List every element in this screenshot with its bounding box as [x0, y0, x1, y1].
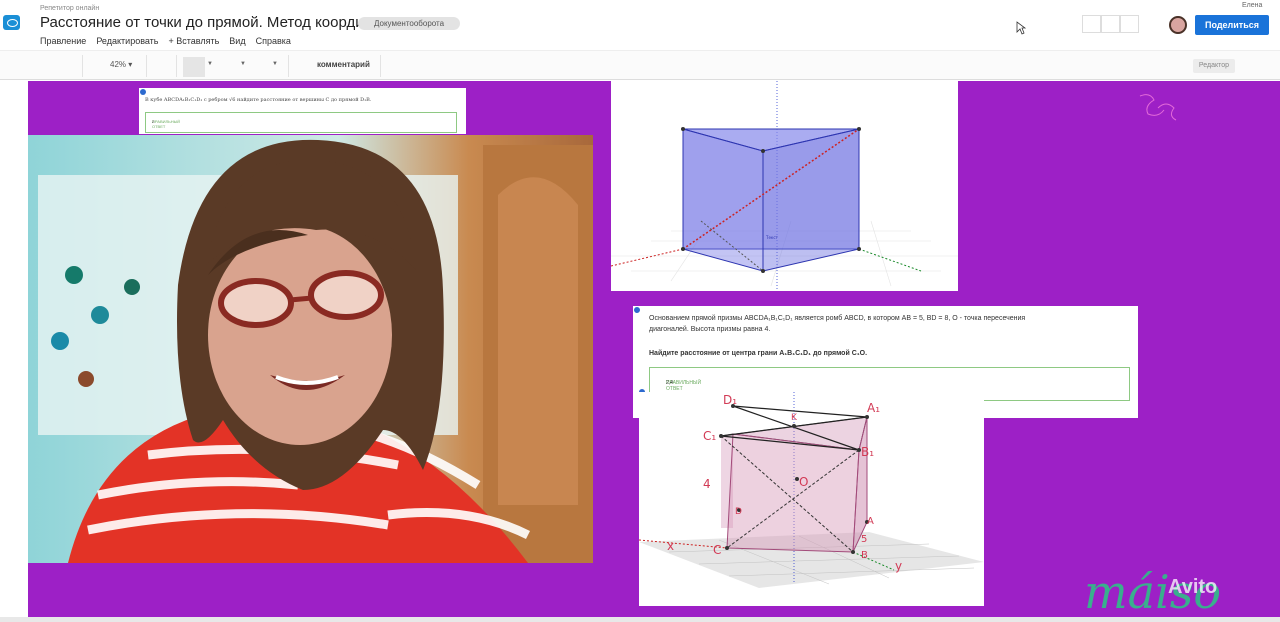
- webcam-video[interactable]: [28, 135, 593, 563]
- mouse-cursor-icon: [1016, 21, 1026, 35]
- menu-bar: Правление Редактировать + Вставлять Вид …: [40, 36, 291, 46]
- toolbar-divider: [380, 55, 381, 77]
- avito-watermark: Avito: [1168, 576, 1218, 598]
- problem-text-line1: Основанием прямой призмы ABCDA₁B₁C₁D₁ яв…: [649, 315, 1026, 322]
- comment-button[interactable]: комментарий: [317, 60, 370, 69]
- handwritten-mark: [1139, 94, 1177, 121]
- canvas-margin: [0, 81, 28, 622]
- app-logo-icon[interactable]: [3, 15, 20, 30]
- menu-item-edit[interactable]: Редактировать: [96, 36, 158, 46]
- label-C1: C₁: [703, 429, 716, 443]
- view-button-1[interactable]: [1082, 15, 1101, 33]
- view-buttons: [1082, 15, 1139, 33]
- menu-item-manage[interactable]: Правление: [40, 36, 86, 46]
- prism-diagram: D₁ K A₁ C₁ B₁ 4 O A 5 C B y x D: [638, 392, 984, 588]
- info-icon[interactable]: [634, 307, 640, 313]
- menu-item-insert[interactable]: + Вставлять: [169, 36, 220, 46]
- avatar[interactable]: [1169, 16, 1187, 34]
- problem-text-line2: диагоналей. Высота призмы равна 4.: [649, 326, 771, 333]
- share-button[interactable]: Поделиться: [1195, 15, 1269, 35]
- top-bar: Репетитор онлайн Расстояние от точки до …: [0, 0, 1280, 50]
- chevron-down-icon[interactable]: ▼: [272, 61, 278, 67]
- geogebra-cube-panel[interactable]: Текст: [610, 81, 958, 291]
- toolbar: 42% ▾ ▼ ▼ ▼ комментарий Редактор: [0, 50, 1280, 80]
- zoom-select[interactable]: 42% ▾: [110, 60, 132, 69]
- label-y: y: [895, 559, 902, 573]
- label-C: C: [713, 543, 721, 557]
- label-A1: A₁: [867, 401, 880, 415]
- task-question: В кубе ABCDA₁B₁C₁D₁ с ребром √6 найдите …: [145, 97, 372, 103]
- app-supertitle: Репетитор онлайн: [40, 5, 100, 12]
- label-O: O: [799, 475, 808, 489]
- user-name[interactable]: Елена: [1242, 2, 1262, 9]
- answer-field[interactable]: ПРАВИЛЬНЫЙ ОТВЕТ 2: [145, 112, 457, 133]
- label-4: 4: [703, 477, 711, 491]
- label-B1: B₁: [861, 445, 874, 459]
- label-x: x: [667, 539, 674, 553]
- toolbar-divider: [176, 55, 177, 77]
- task-panel-top: В кубе ABCDA₁B₁C₁D₁ с ребром √6 найдите …: [139, 88, 466, 134]
- menu-item-help[interactable]: Справка: [256, 36, 291, 46]
- label-D: D: [735, 507, 742, 517]
- label-D1: D₁: [723, 393, 737, 407]
- geogebra-prism-panel[interactable]: D₁ K A₁ C₁ B₁ 4 O A 5 C B y x D: [638, 392, 984, 606]
- label-B: B: [861, 550, 868, 561]
- problem-question: Найдите расстояние от центра грани A₁B₁C…: [649, 350, 868, 357]
- cube-diagram: Текст: [610, 81, 958, 291]
- chevron-down-icon[interactable]: ▼: [240, 61, 246, 67]
- folder-tag[interactable]: Документооборота: [358, 17, 461, 30]
- document-title[interactable]: Расстояние от точки до прямой. Метод коо…: [40, 14, 387, 31]
- video-frame-image: [28, 135, 593, 563]
- geo1-caption: Текст: [765, 235, 779, 240]
- view-button-2[interactable]: [1101, 15, 1120, 33]
- mode-badge[interactable]: Редактор: [1193, 59, 1235, 73]
- menu-item-view[interactable]: Вид: [229, 36, 245, 46]
- toolbar-divider: [146, 55, 147, 77]
- view-button-3[interactable]: [1120, 15, 1139, 33]
- label-A: A: [867, 516, 874, 527]
- label-5: 5: [861, 534, 867, 545]
- color-swatch[interactable]: [183, 57, 205, 77]
- label-K: K: [791, 413, 798, 423]
- chevron-down-icon[interactable]: ▼: [207, 61, 213, 67]
- toolbar-divider: [82, 55, 83, 77]
- toolbar-divider: [288, 55, 289, 77]
- info-icon[interactable]: [140, 89, 146, 95]
